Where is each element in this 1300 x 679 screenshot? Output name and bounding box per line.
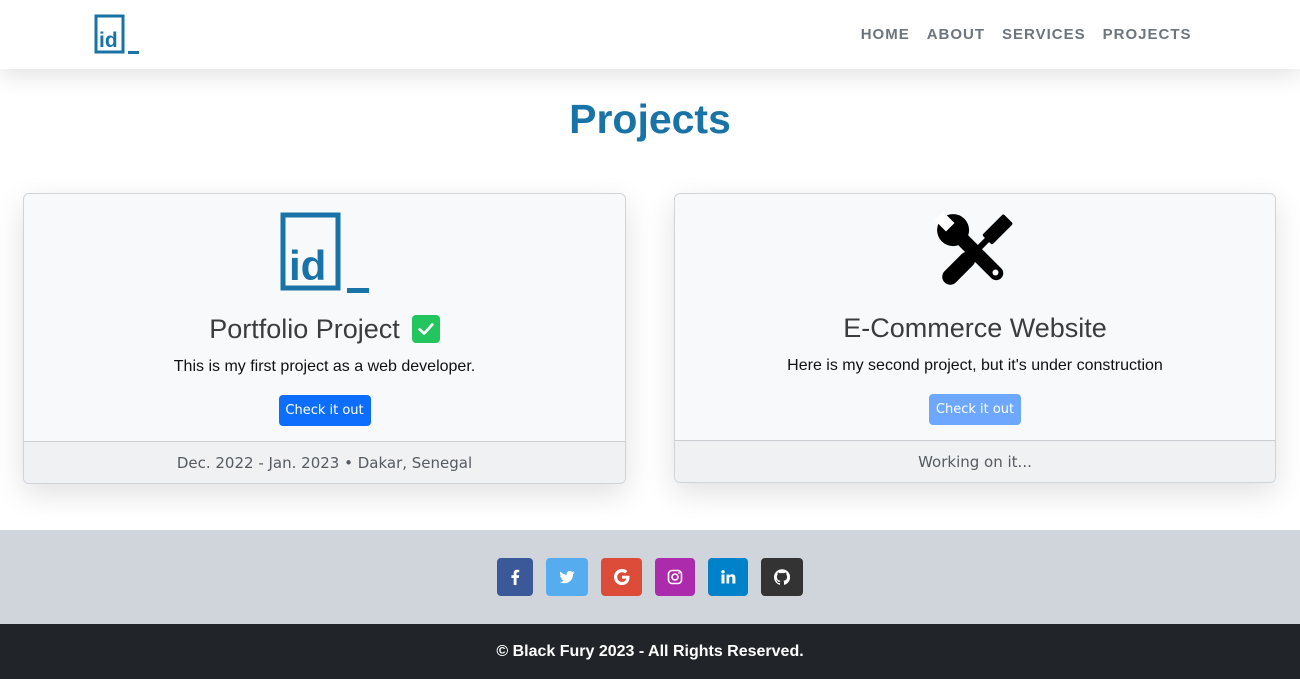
card-title-text: Portfolio Project — [209, 313, 400, 344]
linkedin-icon[interactable] — [708, 558, 748, 596]
nav-link-home[interactable]: HOME — [852, 26, 918, 43]
nav-menu: HOME ABOUT SERVICES PROJECTS — [852, 0, 1200, 69]
card-description: This is my first project as a web develo… — [173, 358, 476, 375]
check-it-out-button[interactable]: Check it out — [278, 395, 371, 426]
nav-link-about[interactable]: ABOUT — [918, 26, 993, 43]
twitter-icon[interactable] — [546, 558, 588, 596]
nav-link-projects[interactable]: PROJECTS — [1094, 26, 1200, 43]
instagram-icon[interactable] — [655, 558, 695, 596]
social-links — [0, 558, 1300, 596]
copyright-text: © Black Fury 2023 - All Rights Reserved. — [496, 642, 804, 660]
card-body: E-Commerce Website Here is my second pro… — [675, 194, 1275, 443]
svg-text:id: id — [99, 29, 118, 52]
id-logo-icon: id — [280, 212, 370, 294]
google-icon[interactable] — [601, 558, 642, 596]
navbar: id HOME ABOUT SERVICES PROJECTS — [0, 0, 1300, 69]
check-it-out-button-disabled[interactable]: Check it out — [929, 394, 1021, 425]
tools-icon — [930, 207, 1020, 297]
section-title: Projects — [569, 96, 731, 142]
card-description: Here is my second project, but it's unde… — [787, 357, 1163, 374]
card-footer: Dec. 2022 - Jan. 2023 • Dakar, Senegal — [24, 441, 625, 483]
card-footer: Working on it... — [675, 440, 1275, 482]
card-title: E-Commerce Website — [675, 311, 1275, 345]
project-card-portfolio: id Portfolio Project This is my first pr… — [23, 193, 626, 484]
facebook-icon[interactable] — [497, 558, 533, 596]
social-links-section — [0, 530, 1300, 624]
project-card-ecommerce: E-Commerce Website Here is my second pro… — [674, 193, 1276, 483]
page-footer: © Black Fury 2023 - All Rights Reserved. — [0, 624, 1300, 679]
card-title-text: E-Commerce Website — [843, 312, 1107, 343]
card-title: Portfolio Project — [24, 312, 625, 346]
svg-text:id: id — [289, 242, 326, 289]
card-body: id Portfolio Project This is my first pr… — [24, 194, 625, 443]
github-icon[interactable] — [761, 558, 803, 596]
check-icon — [411, 315, 440, 343]
nav-link-services[interactable]: SERVICES — [994, 26, 1095, 43]
id-logo-icon[interactable]: id — [94, 14, 140, 55]
